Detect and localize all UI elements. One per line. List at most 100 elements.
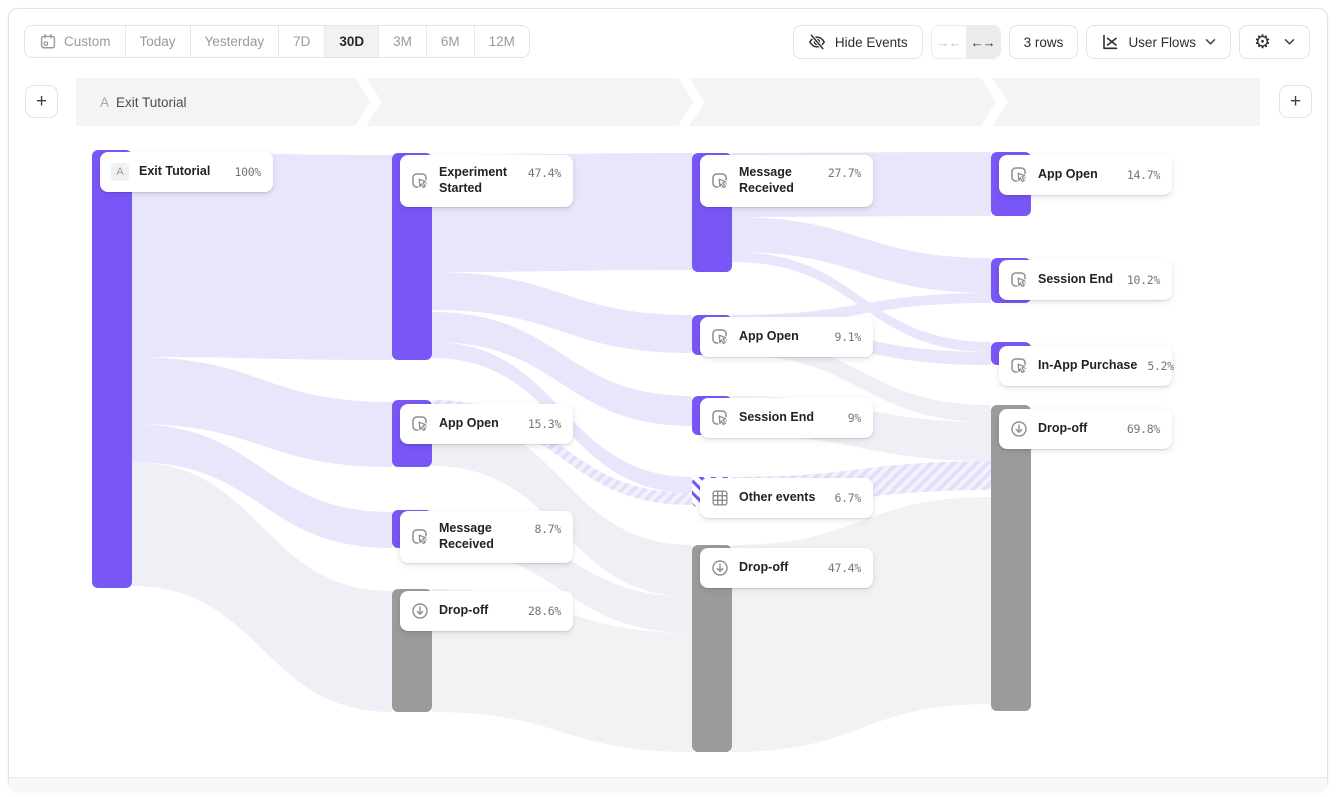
flow-node-drop-off-c2[interactable]: Drop-off 28.6% [400,591,573,631]
rows-button[interactable]: 3 rows [1009,25,1079,59]
event-icon [411,415,429,433]
node-label: Drop-off [439,603,518,619]
flows-chart-icon [1101,33,1119,51]
view-selector-label: User Flows [1128,35,1196,50]
drop-off-icon [711,559,729,577]
node-percent: 5.2% [1147,359,1174,373]
step-separator-chevron [355,78,382,126]
node-percent: 9.1% [835,330,862,344]
flow-node-drop-off-c3[interactable]: Drop-off 47.4% [700,548,873,588]
event-icon [711,328,729,346]
drop-off-icon [411,602,429,620]
node-label: Other events [739,490,825,506]
flow-node-exit-tutorial[interactable]: A Exit Tutorial 100% [100,152,273,192]
date-range-3m[interactable]: 3M [378,26,426,57]
bottom-scrollbar-strip[interactable] [9,777,1327,792]
event-icon [711,409,729,427]
node-percent: 28.6% [528,604,561,618]
node-label: Message Received [739,165,818,196]
user-flows-page: Custom Today Yesterday 7D 30D 3M 6M 12M … [0,0,1336,797]
flow-bar-drop-off-c4[interactable] [991,405,1031,711]
node-percent: 6.7% [835,491,862,505]
flow-node-session-end-c3[interactable]: Session End 9% [700,398,873,438]
node-percent: 8.7% [535,522,562,536]
gear-icon: ⚙ [1254,33,1271,52]
step-a-badge: A [111,163,129,181]
flow-bar-exit-tutorial[interactable] [92,150,132,588]
date-range-30d[interactable]: 30D [324,26,378,57]
node-label: Drop-off [739,560,818,576]
steps-band: A Exit Tutorial [76,78,1260,126]
event-icon [411,172,429,190]
node-percent: 100% [235,165,262,179]
node-label: App Open [439,416,518,432]
badge-letter: A [116,166,123,178]
view-toolbar: Hide Events →← ←→ 3 rows User Flows ⚙ [793,25,1310,59]
flow-node-app-open-c2[interactable]: App Open 15.3% [400,404,573,444]
node-label: App Open [739,329,825,345]
date-range-label: Today [140,34,176,49]
node-percent: 47.4% [528,166,561,180]
node-label: Exit Tutorial [139,164,225,180]
node-label: Drop-off [1038,421,1117,437]
expand-spacing-button[interactable]: ←→ [966,26,1000,58]
arrows-outward-icon: ←→ [971,35,995,50]
flow-node-experiment-started[interactable]: Experiment Started 47.4% [400,155,573,207]
date-range-label: 12M [489,34,515,49]
event-icon [411,528,429,546]
node-label: Message Received [439,521,525,552]
event-icon [1010,271,1028,289]
node-label: Session End [739,410,838,426]
flow-node-in-app-purchase-c4[interactable]: In-App Purchase 5.2% [999,346,1172,386]
hide-events-button[interactable]: Hide Events [793,25,923,59]
step-letter: A [100,95,109,110]
settings-button[interactable]: ⚙ [1239,25,1310,59]
step-event-name: Exit Tutorial [116,95,187,110]
date-range-6m[interactable]: 6M [426,26,474,57]
flow-node-message-received-c3[interactable]: Message Received 27.7% [700,155,873,207]
date-range-12m[interactable]: 12M [474,26,529,57]
date-range-label: 3M [393,34,412,49]
flow-node-app-open-c3[interactable]: App Open 9.1% [700,317,873,357]
node-percent: 9% [848,411,861,425]
grid-icon [711,489,729,507]
calendar-icon [39,33,57,50]
node-percent: 27.7% [828,166,861,180]
plus-icon: + [36,91,47,113]
date-range-label: 6M [441,34,460,49]
view-selector-button[interactable]: User Flows [1086,25,1231,59]
date-range-today[interactable]: Today [125,26,190,57]
flow-node-app-open-c4[interactable]: App Open 14.7% [999,155,1172,195]
event-icon [711,172,729,190]
event-icon [1010,166,1028,184]
flow-node-message-received-c2[interactable]: Message Received 8.7% [400,511,573,563]
date-range-group: Custom Today Yesterday 7D 30D 3M 6M 12M [24,25,530,58]
collapse-spacing-button[interactable]: →← [932,26,966,58]
date-range-label: 7D [293,34,310,49]
date-range-label: Yesterday [205,34,265,49]
date-range-7d[interactable]: 7D [278,26,324,57]
add-step-left-button[interactable]: + [25,85,58,118]
add-step-right-button[interactable]: + [1279,85,1312,118]
step-separator-chevron [678,78,705,126]
step-a-label[interactable]: A Exit Tutorial [100,78,187,126]
node-label: In-App Purchase [1038,358,1137,374]
arrows-inward-icon: →← [937,35,961,50]
date-range-custom[interactable]: Custom [25,26,125,57]
chevron-down-icon [1205,38,1216,46]
node-percent: 47.4% [828,561,861,575]
flow-node-drop-off-c4[interactable]: Drop-off 69.8% [999,409,1172,449]
date-range-toolbar: Custom Today Yesterday 7D 30D 3M 6M 12M [24,25,530,58]
flow-node-session-end-c4[interactable]: Session End 10.2% [999,260,1172,300]
plus-icon: + [1290,91,1301,113]
node-label: App Open [1038,167,1117,183]
event-icon [1010,357,1028,375]
node-percent: 10.2% [1127,273,1160,287]
date-range-yesterday[interactable]: Yesterday [190,26,279,57]
node-percent: 69.8% [1127,422,1160,436]
node-label: Experiment Started [439,165,518,196]
drop-off-icon [1010,420,1028,438]
node-percent: 14.7% [1127,168,1160,182]
chevron-down-icon [1284,38,1295,46]
flow-node-other-events-c3[interactable]: Other events 6.7% [700,478,873,518]
